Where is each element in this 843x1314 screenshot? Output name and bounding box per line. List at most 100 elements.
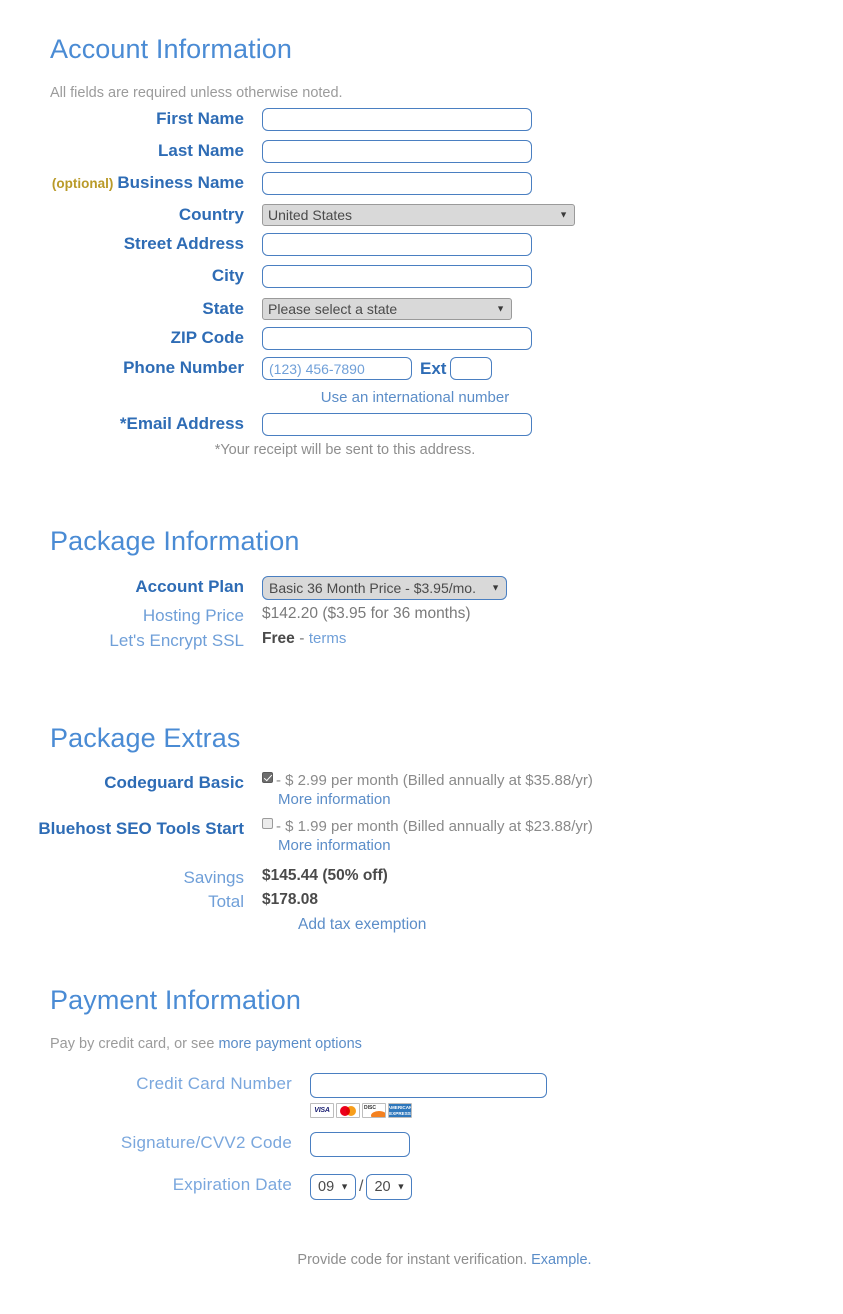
extra-field-1: - $ 1.99 per month (Billed annually at $… [262, 818, 843, 855]
row-ssl: Let's Encrypt SSL Free - terms [0, 630, 843, 651]
state-field-wrap: Please select a state ▼ [262, 298, 843, 320]
seo-tools-more-information-link[interactable]: More information [278, 837, 391, 854]
zip-code-input[interactable] [262, 327, 532, 350]
extra-label-1: Bluehost SEO Tools Start [38, 819, 244, 838]
email-address-input[interactable] [262, 413, 532, 436]
expiration-month-select[interactable]: 09 [310, 1174, 356, 1200]
extra-price-text-0: - $ 2.99 per month (Billed annually at $… [276, 772, 593, 789]
payment-information-title: Payment Information [50, 985, 302, 1015]
row-zip-code: ZIP Code [0, 327, 843, 350]
discover-icon: DISC [362, 1103, 386, 1118]
international-number-link[interactable]: Use an international number [321, 389, 509, 406]
extra-more-info-wrap-1: More information [278, 837, 843, 855]
account-plan-field-wrap: Basic 36 Month Price - $3.95/mo. ▼ [262, 576, 843, 600]
ssl-label: Let's Encrypt SSL [109, 631, 244, 650]
bluehost-seo-tools-checkbox[interactable] [262, 818, 273, 829]
city-field-wrap [262, 265, 843, 288]
ssl-terms-link[interactable]: terms [309, 630, 347, 647]
email-address-label: *Email Address [119, 414, 244, 433]
last-name-field-wrap [262, 140, 843, 163]
credit-card-number-input[interactable] [310, 1073, 547, 1098]
visa-icon: VISA [310, 1103, 334, 1118]
phone-number-input[interactable] [262, 357, 412, 380]
expiration-date-label: Expiration Date [172, 1175, 292, 1194]
row-savings: Savings $145.44 (50% off) [0, 867, 843, 888]
hosting-price-label: Hosting Price [142, 606, 244, 625]
row-first-name: First Name [0, 108, 843, 131]
package-information-heading: Package Information [50, 528, 300, 555]
expiration-field-wrap: 09 ▼ / 20 ▼ [310, 1174, 843, 1200]
hosting-price-value: $142.20 ($3.95 for 36 months) [262, 605, 471, 622]
city-label: City [211, 266, 244, 285]
international-number-wrap: Use an international number [280, 389, 550, 407]
account-information-heading: Account Information [50, 36, 292, 63]
expiration-year-wrap: 20 ▼ [366, 1174, 413, 1200]
country-select[interactable]: United States [262, 204, 575, 226]
zip-code-field-wrap [262, 327, 843, 350]
row-credit-card-number: Credit Card Number VISA DISC AMERICAN EXP… [0, 1073, 843, 1118]
first-name-field-wrap [262, 108, 843, 131]
country-field-wrap: United States ▼ [262, 204, 843, 226]
extra-price-text-1: - $ 1.99 per month (Billed annually at $… [276, 818, 593, 835]
business-name-label-text: Business Name [117, 173, 244, 192]
extra-label-0: Codeguard Basic [104, 773, 244, 792]
extra-checkbox-row-1: - $ 1.99 per month (Billed annually at $… [262, 818, 843, 835]
amex-icon: AMERICAN EXPRESS [388, 1103, 412, 1118]
verification-footer-text: Provide code for instant verification. [297, 1252, 532, 1268]
example-link[interactable]: Example. [531, 1252, 591, 1268]
row-email-address: *Email Address [0, 413, 843, 436]
first-name-input[interactable] [262, 108, 532, 131]
email-field-wrap [262, 413, 843, 436]
row-account-plan: Account Plan Basic 36 Month Price - $3.9… [0, 576, 843, 600]
payment-intro-text: Pay by credit card, or see [50, 1036, 219, 1052]
ssl-value-wrap: Free - terms [262, 630, 843, 648]
codeguard-more-information-link[interactable]: More information [278, 791, 391, 808]
country-label: Country [178, 205, 244, 224]
extra-field-0: - $ 2.99 per month (Billed annually at $… [262, 772, 843, 809]
mastercard-icon [336, 1103, 360, 1118]
street-address-input[interactable] [262, 233, 532, 256]
expiration-separator: / [359, 1178, 364, 1195]
row-cvv: Signature/CVV2 Code [0, 1132, 843, 1157]
row-extra-seo-tools: Bluehost SEO Tools Start - $ 1.99 per mo… [0, 818, 843, 855]
state-select-wrap: Please select a state ▼ [262, 298, 512, 320]
last-name-input[interactable] [262, 140, 532, 163]
business-name-label: (optional) Business Name [0, 172, 262, 193]
package-extras-title: Package Extras [50, 723, 241, 753]
ssl-value: Free [262, 630, 295, 647]
email-receipt-note: *Your receipt will be sent to this addre… [214, 442, 476, 458]
ext-input[interactable] [450, 357, 493, 380]
more-payment-options-link[interactable]: more payment options [218, 1036, 361, 1052]
ext-label: Ext [420, 358, 447, 378]
credit-card-field-wrap: VISA DISC AMERICAN EXPRESS [310, 1073, 843, 1118]
expiration-year-select[interactable]: 20 [366, 1174, 413, 1200]
cvv-label: Signature/CVV2 Code [120, 1133, 292, 1152]
add-tax-exemption-link[interactable]: Add tax exemption [298, 916, 426, 933]
ssl-dash: - [299, 630, 305, 647]
required-fields-note: All fields are required unless otherwise… [50, 85, 343, 101]
city-input[interactable] [262, 265, 532, 288]
street-address-label: Street Address [123, 234, 244, 253]
state-select[interactable]: Please select a state [262, 298, 512, 320]
state-label: State [202, 299, 244, 318]
extra-checkbox-row-0: - $ 2.99 per month (Billed annually at $… [262, 772, 843, 789]
account-plan-select-wrap: Basic 36 Month Price - $3.95/mo. ▼ [262, 576, 507, 600]
optional-tag: (optional) [51, 176, 114, 191]
row-country: Country United States ▼ [0, 204, 843, 226]
credit-card-number-label: Credit Card Number [136, 1074, 292, 1093]
business-name-input[interactable] [262, 172, 532, 195]
codeguard-basic-checkbox[interactable] [262, 772, 273, 783]
business-name-field-wrap [262, 172, 843, 195]
account-plan-select[interactable]: Basic 36 Month Price - $3.95/mo. [262, 576, 507, 600]
total-label: Total [208, 892, 244, 911]
row-total: Total $178.08 [0, 891, 843, 912]
row-street-address: Street Address [0, 233, 843, 256]
payment-intro: Pay by credit card, or see more payment … [50, 1036, 362, 1052]
country-select-wrap: United States ▼ [262, 204, 575, 226]
savings-value: $145.44 (50% off) [262, 867, 388, 884]
page-title: Account Information [50, 34, 293, 64]
cvv-input[interactable] [310, 1132, 410, 1157]
row-hosting-price: Hosting Price $142.20 ($3.95 for 36 mont… [0, 605, 843, 626]
expiration-month-wrap: 09 ▼ [310, 1174, 356, 1200]
tax-exemption-wrap: Add tax exemption [298, 916, 426, 934]
